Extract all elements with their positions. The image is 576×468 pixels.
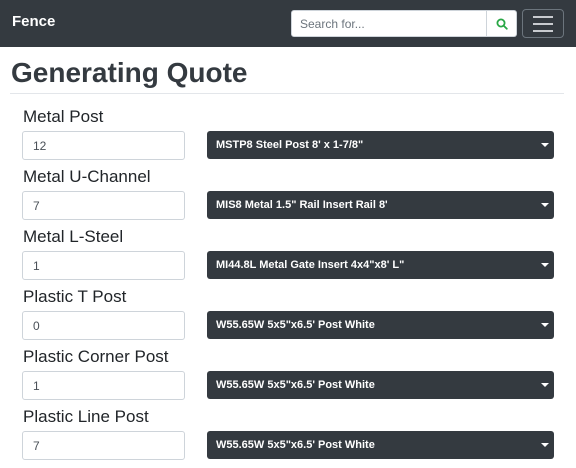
search-button[interactable]: [487, 10, 517, 37]
search-icon: [496, 18, 508, 30]
caret-down-icon: [541, 143, 549, 147]
quantity-input-plastic-line-post[interactable]: [22, 431, 185, 460]
caret-down-icon: [541, 323, 549, 327]
caret-down-icon: [541, 203, 549, 207]
search-input[interactable]: [291, 10, 487, 37]
navbar-brand[interactable]: Fence: [12, 13, 55, 31]
item-label-metal-u-channel: Metal U-Channel: [23, 167, 151, 186]
caret-down-icon: [541, 383, 549, 387]
product-select-value: W55.65W 5x5"x6.5' Post White: [216, 379, 375, 391]
hamburger-menu-icon: [533, 15, 553, 18]
hamburger-menu-icon: [533, 22, 553, 25]
item-label-plastic-corner-post: Plastic Corner Post: [23, 347, 169, 366]
product-select-metal-l-steel[interactable]: MI44.8L Metal Gate Insert 4x4"x8' L": [207, 251, 554, 279]
quantity-input-metal-post[interactable]: [22, 131, 185, 160]
product-select-value: W55.65W 5x5"x6.5' Post White: [216, 439, 375, 451]
quantity-input-metal-u-channel[interactable]: [22, 191, 185, 220]
product-select-value: MIS8 Metal 1.5" Rail Insert Rail 8': [216, 199, 388, 211]
navbar-toggler-button[interactable]: [522, 9, 564, 38]
quantity-input-plastic-t-post[interactable]: [22, 311, 185, 340]
product-select-plastic-corner-post[interactable]: W55.65W 5x5"x6.5' Post White: [207, 371, 554, 399]
title-divider: [10, 93, 564, 94]
product-select-metal-u-channel[interactable]: MIS8 Metal 1.5" Rail Insert Rail 8': [207, 191, 554, 219]
product-select-value: MSTP8 Steel Post 8' x 1-7/8": [216, 139, 364, 151]
hamburger-menu-icon: [533, 29, 553, 32]
product-select-value: MI44.8L Metal Gate Insert 4x4"x8' L": [216, 259, 405, 271]
product-select-metal-post[interactable]: MSTP8 Steel Post 8' x 1-7/8": [207, 131, 554, 159]
item-label-metal-post: Metal Post: [23, 107, 104, 126]
search-form: [291, 10, 517, 37]
item-label-metal-l-steel: Metal L-Steel: [23, 227, 124, 246]
page-title: Generating Quote: [11, 57, 248, 88]
navbar: Fence: [0, 0, 576, 47]
caret-down-icon: [541, 443, 549, 447]
quantity-input-plastic-corner-post[interactable]: [22, 371, 185, 400]
product-select-plastic-line-post[interactable]: W55.65W 5x5"x6.5' Post White: [207, 431, 554, 459]
product-select-plastic-t-post[interactable]: W55.65W 5x5"x6.5' Post White: [207, 311, 554, 339]
caret-down-icon: [541, 263, 549, 267]
item-label-plastic-t-post: Plastic T Post: [23, 287, 127, 306]
item-label-plastic-line-post: Plastic Line Post: [23, 407, 149, 426]
quantity-input-metal-l-steel[interactable]: [22, 251, 185, 280]
product-select-value: W55.65W 5x5"x6.5' Post White: [216, 319, 375, 331]
